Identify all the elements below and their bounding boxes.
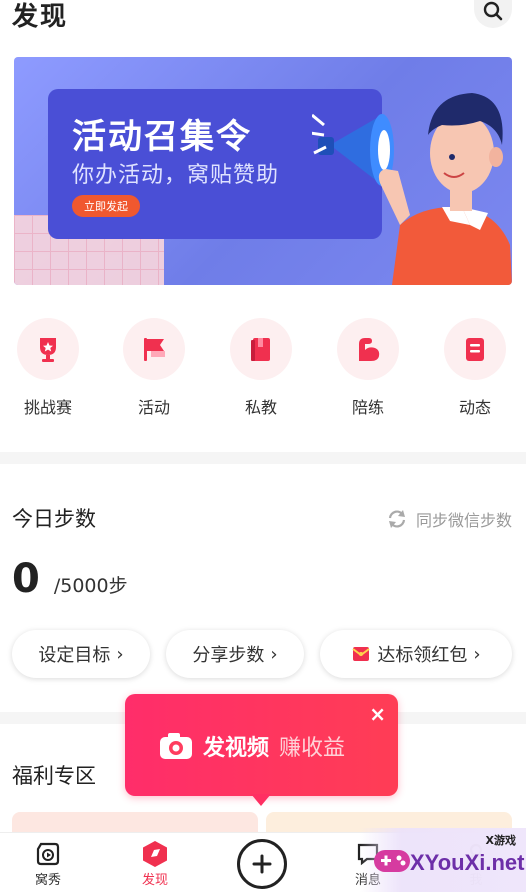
- watermark-tag: X游戏: [485, 834, 516, 847]
- quick-item-label: 动态: [458, 398, 491, 417]
- tab-woxiu[interactable]: 窝秀: [8, 839, 88, 888]
- section-divider: [0, 452, 526, 464]
- search-button[interactable]: [474, 0, 512, 28]
- trophy-icon: [40, 338, 56, 362]
- red-packet-button[interactable]: 达标领红包 ›: [320, 630, 512, 678]
- chevron-right-icon: ›: [116, 643, 124, 665]
- quick-item-label: 陪练: [351, 398, 384, 417]
- quick-item-private-coach[interactable]: 私教: [216, 318, 306, 418]
- add-post-button[interactable]: [237, 839, 287, 889]
- gamepad-logo-icon: [374, 850, 410, 872]
- quick-item-sparring[interactable]: 陪练: [323, 318, 413, 418]
- quick-item-feed[interactable]: 动态: [430, 318, 520, 418]
- welfare-title: 福利专区: [12, 764, 96, 788]
- red-envelope-icon: [352, 647, 370, 661]
- post-video-popup[interactable]: × 发视频 赚收益: [125, 694, 398, 806]
- book-icon: [251, 338, 270, 361]
- popup-content: 发视频 赚收益: [159, 730, 345, 762]
- site-watermark: XYouXi.net X游戏: [360, 828, 526, 892]
- icon-container: [17, 318, 79, 380]
- quick-item-challenge[interactable]: 挑战赛: [3, 318, 93, 418]
- sync-icon: [388, 510, 406, 528]
- quick-item-label: 活动: [137, 398, 170, 417]
- steps-count: 0: [12, 556, 40, 602]
- activity-banner[interactable]: 活动召集令 你办活动，窝贴赞助 立即发起: [14, 57, 512, 285]
- popup-title: 发视频: [203, 736, 270, 761]
- share-steps-button[interactable]: 分享步数 ›: [166, 630, 304, 678]
- note-icon: [466, 338, 484, 361]
- close-icon[interactable]: ×: [369, 704, 386, 724]
- icon-container: [444, 318, 506, 380]
- page-title: 发现: [12, 2, 69, 32]
- camera-icon: [160, 733, 192, 759]
- quick-actions: 挑战赛 活动 私教 陪练 动态: [0, 318, 526, 428]
- quick-item-label: 挑战赛: [23, 398, 72, 417]
- sync-wechat-steps-button[interactable]: 同步微信步数: [386, 507, 512, 531]
- chevron-right-icon: ›: [270, 643, 278, 665]
- header: 发现: [0, 0, 526, 40]
- watermark-site: XYouXi.net: [410, 850, 525, 875]
- icon-container: [230, 318, 292, 380]
- search-icon: [483, 1, 503, 21]
- steps-title: 今日步数: [12, 507, 96, 531]
- share-steps-label: 分享步数: [192, 645, 265, 666]
- banner-subtitle: 你办活动，窝贴赞助: [72, 163, 280, 188]
- megaphone-person-illustration: [312, 93, 512, 285]
- red-packet-label: 达标领红包: [377, 645, 468, 666]
- discover-icon: [143, 841, 167, 867]
- quick-item-label: 私教: [244, 398, 277, 417]
- banner-title: 活动召集令: [72, 117, 252, 157]
- play-square-icon: [36, 842, 60, 866]
- banner-start-button[interactable]: 立即发起: [72, 195, 140, 217]
- steps-goal: /5000步: [53, 575, 128, 597]
- chevron-right-icon: ›: [473, 643, 481, 665]
- tab-label: 窝秀: [34, 873, 61, 888]
- tab-discover[interactable]: 发现: [115, 839, 195, 888]
- popup-tail: [251, 794, 271, 806]
- set-goal-label: 设定目标: [38, 645, 111, 666]
- muscle-icon: [359, 338, 380, 361]
- set-goal-button[interactable]: 设定目标 ›: [12, 630, 150, 678]
- popup-subtitle: 赚收益: [279, 736, 346, 761]
- steps-value: 0 /5000步: [12, 556, 128, 602]
- icon-container: [337, 318, 399, 380]
- add-icon: [252, 854, 272, 874]
- quick-item-activity[interactable]: 活动: [109, 318, 199, 418]
- icon-container: [123, 318, 185, 380]
- flag-icon: [144, 338, 165, 361]
- sync-label: 同步微信步数: [415, 511, 512, 530]
- tab-label: 发现: [141, 873, 168, 888]
